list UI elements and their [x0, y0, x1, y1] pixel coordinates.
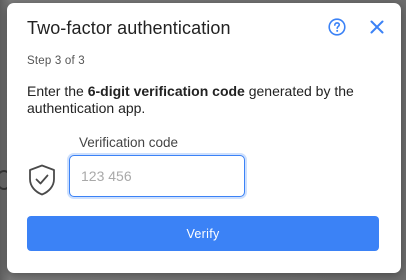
verify-button[interactable]: Verify [27, 216, 379, 251]
two-factor-dialog: Two-factor authentication Step 3 of 3 En… [7, 3, 401, 273]
shield-check-icon [29, 164, 55, 196]
dialog-title: Two-factor authentication [27, 18, 231, 38]
help-icon[interactable] [328, 18, 346, 36]
instructions-prefix: Enter the [27, 83, 88, 99]
step-indicator: Step 3 of 3 [27, 55, 85, 67]
verification-code-label: Verification code [79, 135, 179, 150]
close-icon[interactable] [368, 18, 386, 36]
instructions-text: Enter the 6-digit verification code gene… [27, 83, 387, 117]
instructions-emphasis: 6-digit verification code [87, 83, 245, 99]
verification-code-input[interactable] [69, 155, 245, 197]
